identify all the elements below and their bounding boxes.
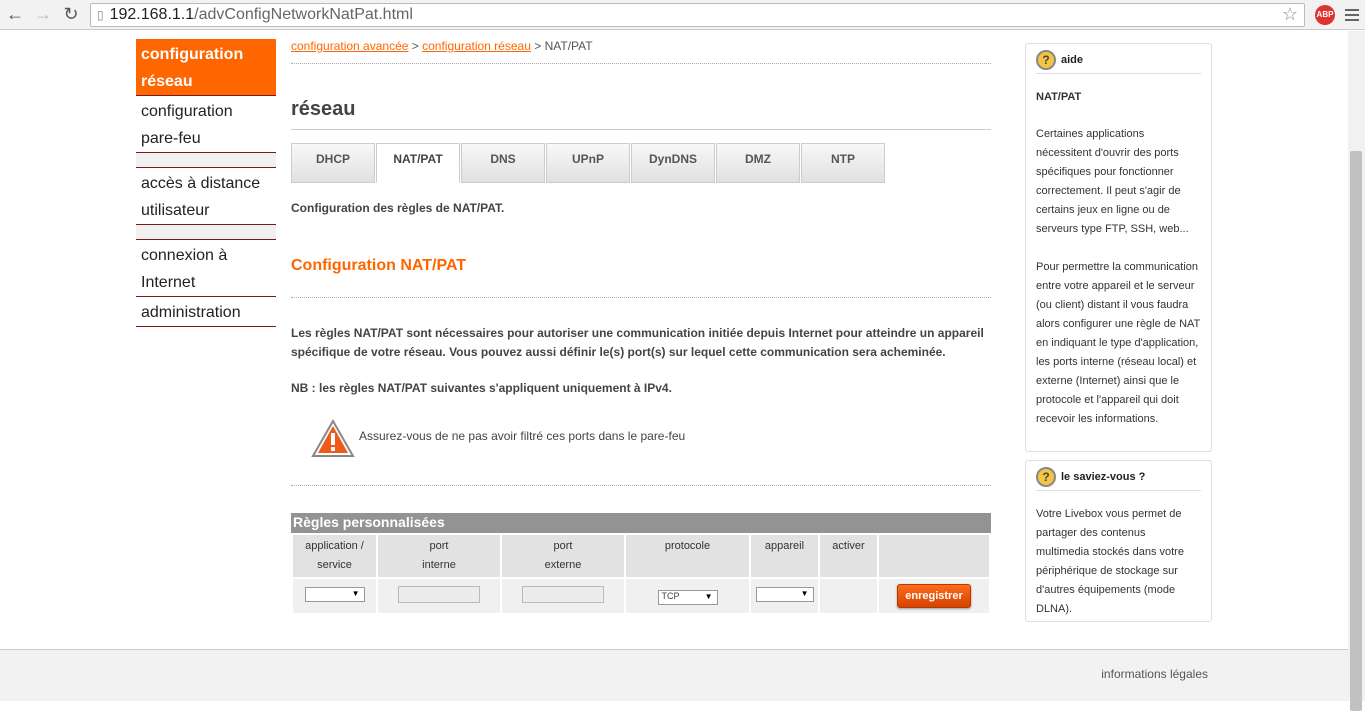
browser-toolbar: ← → ↻ ▯ 192.168.1.1/advConfigNetworkNatP… <box>0 0 1365 30</box>
breadcrumb-sep: > <box>411 39 419 53</box>
page-icon: ▯ <box>97 7 104 22</box>
warning-text: Assurez-vous de ne pas avoir filtré ces … <box>359 429 686 443</box>
section-title: Configuration NAT/PAT <box>291 257 991 298</box>
tab-dmz[interactable]: DMZ <box>716 143 800 183</box>
divider <box>291 485 991 486</box>
reload-icon[interactable]: ↻ <box>62 4 80 25</box>
col-activer: activer <box>818 533 879 579</box>
sidebar-spacer <box>136 225 276 240</box>
main-content: configuration avancée > configuration ré… <box>291 39 991 615</box>
col-port-externe: port externe <box>500 533 626 579</box>
tip-title: le saviez-vous ? <box>1061 471 1146 483</box>
tab-dhcp[interactable]: DHCP <box>291 143 375 183</box>
adblock-icon[interactable]: ABP <box>1315 4 1335 25</box>
breadcrumb-current: NAT/PAT <box>544 39 593 53</box>
page-title: réseau <box>291 98 991 130</box>
help-title: aide <box>1061 54 1084 66</box>
tip-panel: ? le saviez-vous ? Votre Livebox vous per… <box>1025 460 1212 622</box>
page-description: Configuration des règles de NAT/PAT. <box>291 201 505 215</box>
help-text: Certaines applications nécessitent d'ouv… <box>1036 128 1189 235</box>
scrollbar-thumb[interactable] <box>1350 151 1362 711</box>
tab-upnp[interactable]: UPnP <box>546 143 630 183</box>
scrollbar[interactable] <box>1348 31 1365 711</box>
breadcrumb-sep: > <box>534 39 542 53</box>
activer-cell <box>818 577 879 615</box>
tabs: DHCP NAT/PAT DNS UPnP DynDNS DMZ NTP <box>291 143 991 183</box>
col-protocole: protocole <box>624 533 751 579</box>
legal-link[interactable]: informations légales <box>1101 667 1208 681</box>
back-icon[interactable]: ← <box>6 4 24 25</box>
protocole-select[interactable]: TCP <box>657 589 718 605</box>
tab-dns[interactable]: DNS <box>461 143 545 183</box>
sidebar-item-acces-distance[interactable]: accès à distance utilisateur <box>136 168 276 225</box>
menu-icon[interactable] <box>1345 8 1359 21</box>
application-select[interactable] <box>304 587 365 602</box>
help-icon: ? <box>1036 467 1056 487</box>
breadcrumb-link[interactable]: configuration réseau <box>422 39 531 53</box>
address-bar[interactable]: ▯ 192.168.1.1/advConfigNetworkNatPat.htm… <box>90 2 1305 27</box>
tab-ntp[interactable]: NTP <box>801 143 885 183</box>
help-panel: ? aide NAT/PAT Certaines applications néc… <box>1025 43 1212 452</box>
table-row: TCP enregistrer <box>291 577 991 615</box>
tab-dyndns[interactable]: DynDNS <box>631 143 715 183</box>
rules-table: Règles personnalisées application / servi… <box>291 513 991 615</box>
warning-icon <box>311 419 355 457</box>
footer: informations légales <box>0 649 1348 701</box>
intro-text: Les règles NAT/PAT sont nécessaires pour… <box>291 326 984 359</box>
breadcrumb-link[interactable]: configuration avancée <box>291 39 408 53</box>
col-appareil: appareil <box>749 533 820 579</box>
help-subtitle: NAT/PAT <box>1036 91 1082 103</box>
port-externe-input[interactable] <box>522 586 604 603</box>
port-interne-input[interactable] <box>398 586 480 603</box>
sidebar-item-configuration-reseau[interactable]: configuration réseau <box>136 39 276 96</box>
bookmark-star-icon[interactable]: ☆ <box>1282 4 1298 25</box>
warning-box: Assurez-vous de ne pas avoir filtré ces … <box>311 419 991 485</box>
breadcrumb: configuration avancée > configuration ré… <box>291 39 991 64</box>
sidebar-item-administration[interactable]: administration <box>136 297 276 327</box>
tip-text: Votre Livebox vous permet de partager de… <box>1036 508 1184 615</box>
sidebar-item-configuration-pare-feu[interactable]: configuration pare-feu <box>136 96 276 153</box>
help-icon: ? <box>1036 50 1056 70</box>
col-application: application / service <box>291 533 378 579</box>
appareil-select[interactable] <box>755 587 814 602</box>
col-port-interne: port interne <box>376 533 502 579</box>
help-text: Pour permettre la communication entre vo… <box>1036 261 1201 425</box>
sidebar-spacer <box>136 153 276 168</box>
col-actions <box>877 533 991 579</box>
ipv4-note: NB : les règles NAT/PAT suivantes s'appl… <box>291 381 672 395</box>
url-host: 192.168.1.1 <box>109 5 195 23</box>
tab-nat-pat[interactable]: NAT/PAT <box>376 143 460 183</box>
sidebar-item-connexion-internet[interactable]: connexion à Internet <box>136 240 276 297</box>
save-button[interactable]: enregistrer <box>897 584 971 608</box>
rules-title: Règles personnalisées <box>291 513 991 533</box>
url-path: /advConfigNetworkNatPat.html <box>194 5 413 23</box>
sidebar: configuration réseau configuration pare-… <box>136 39 276 327</box>
forward-icon[interactable]: → <box>34 4 52 25</box>
